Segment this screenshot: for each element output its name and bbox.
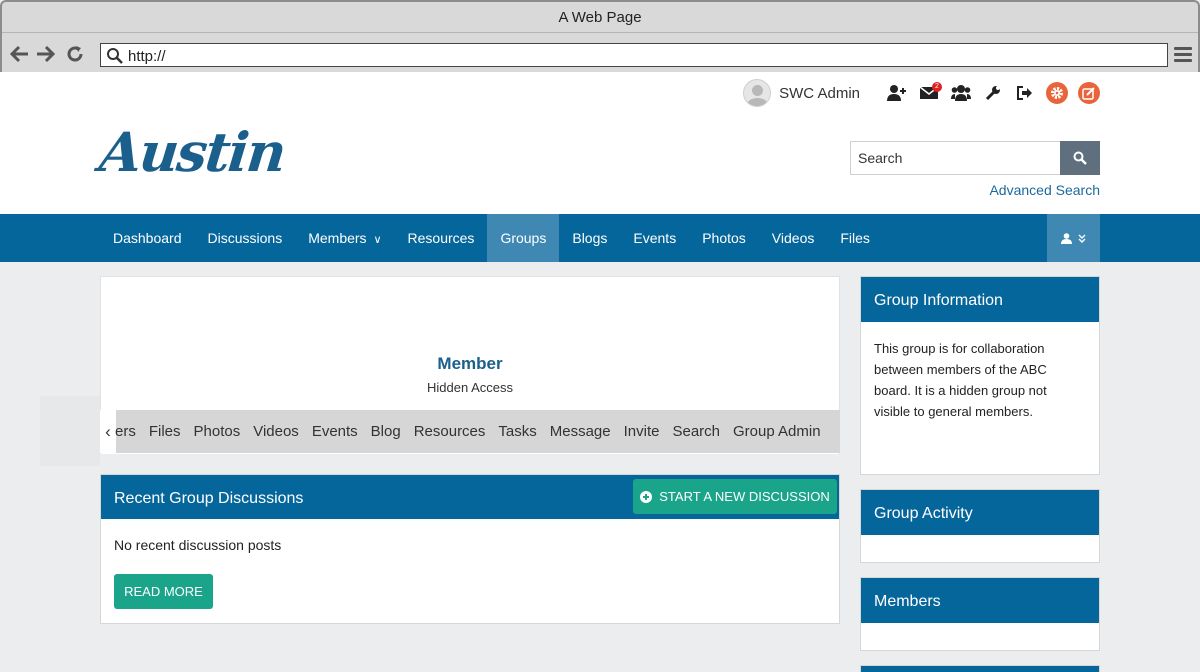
- scroll-shadow: [40, 396, 100, 466]
- logout-icon[interactable]: [1014, 82, 1036, 104]
- nav-item-dashboard[interactable]: Dashboard: [100, 214, 195, 262]
- advanced-search-link[interactable]: Advanced Search: [989, 182, 1100, 198]
- url-bar[interactable]: http://: [100, 43, 1168, 67]
- add-user-icon[interactable]: [886, 82, 908, 104]
- group-description: This group is for collaboration between …: [874, 341, 1047, 419]
- nav-item-discussions[interactable]: Discussions: [195, 214, 296, 262]
- panel-header: Recent Group Discussions START A NEW DIS…: [101, 475, 839, 519]
- nav-item-photos[interactable]: Photos: [689, 214, 759, 262]
- next-panel-edge: [860, 665, 1100, 672]
- group-information-panel: Group Information This group is for coll…: [860, 276, 1100, 475]
- user-bar: SWC Admin 2: [743, 78, 1100, 108]
- tab-events[interactable]: Events: [312, 423, 358, 440]
- tab-search[interactable]: Search: [672, 423, 720, 440]
- tab-members[interactable]: ers: [115, 423, 136, 440]
- chevron-left-icon[interactable]: ‹: [100, 410, 116, 453]
- group-activity-panel: Group Activity: [860, 489, 1100, 563]
- panel-title: Group Information: [861, 277, 1099, 322]
- wrench-icon[interactable]: [982, 82, 1004, 104]
- reload-icon[interactable]: [65, 44, 85, 64]
- search-input[interactable]: [851, 142, 1061, 174]
- nav-item-members[interactable]: Members ∨: [295, 214, 394, 262]
- chrome-divider: [2, 32, 1198, 33]
- chevron-down-icon: ∨: [373, 234, 382, 246]
- nav-item-blogs[interactable]: Blogs: [559, 214, 620, 262]
- nav-item-videos[interactable]: Videos: [759, 214, 828, 262]
- tab-resources[interactable]: Resources: [414, 423, 486, 440]
- panel-header-edge: [861, 666, 1099, 672]
- tab-blog[interactable]: Blog: [371, 423, 401, 440]
- url-text: http://: [128, 48, 166, 65]
- messages-badge: 2: [932, 82, 942, 92]
- panel-title: Members: [861, 578, 1099, 623]
- panel-title: Group Activity: [861, 490, 1099, 535]
- user-icon: [1061, 232, 1072, 244]
- nav-item-resources[interactable]: Resources: [395, 214, 488, 262]
- menu-icon[interactable]: [1174, 47, 1192, 63]
- nav-item-events[interactable]: Events: [620, 214, 689, 262]
- tab-tasks[interactable]: Tasks: [498, 423, 536, 440]
- avatar[interactable]: [743, 79, 772, 107]
- site-header: SWC Admin 2 Austin Advanced Search: [0, 72, 1200, 214]
- group-access: Hidden Access: [427, 380, 513, 395]
- tab-message[interactable]: Message: [550, 423, 611, 440]
- envelope-icon[interactable]: 2: [918, 82, 942, 104]
- tab-videos[interactable]: Videos: [253, 423, 299, 440]
- member-role: Member: [437, 354, 503, 373]
- user-name[interactable]: SWC Admin: [779, 85, 860, 102]
- group-tabs: ‹ ers Files Photos Videos Events Blog Re…: [100, 410, 840, 453]
- search-button[interactable]: [1060, 141, 1100, 175]
- main-nav: Dashboard Discussions Members ∨ Resource…: [0, 214, 1200, 262]
- search-box: [850, 141, 1100, 175]
- members-panel: Members: [860, 577, 1100, 651]
- chevron-down-icon: [1078, 234, 1086, 243]
- nav-item-groups[interactable]: Groups: [487, 214, 560, 262]
- forward-arrow-icon[interactable]: [35, 44, 56, 64]
- start-discussion-button[interactable]: START A NEW DISCUSSION: [633, 479, 837, 514]
- button-label: START A NEW DISCUSSION: [659, 489, 830, 504]
- nav-item-label: Members: [308, 230, 367, 246]
- plus-circle-icon: [640, 490, 653, 503]
- nav-item-files[interactable]: Files: [827, 214, 883, 262]
- tab-strip: ers Files Photos Videos Events Blog Reso…: [115, 410, 834, 453]
- empty-message: No recent discussion posts: [114, 537, 282, 553]
- edit-icon[interactable]: [1078, 82, 1100, 104]
- nav-list: Dashboard Discussions Members ∨ Resource…: [100, 214, 883, 262]
- group-icon[interactable]: [950, 82, 972, 104]
- site-logo[interactable]: Austin: [97, 120, 288, 184]
- browser-chrome: A Web Page http://: [0, 0, 1200, 72]
- tab-files[interactable]: Files: [149, 423, 181, 440]
- read-more-button[interactable]: READ MORE: [114, 574, 213, 609]
- panel-title: Recent Group Discussions: [114, 490, 304, 507]
- tab-group-admin[interactable]: Group Admin: [733, 423, 821, 440]
- user-menu-button[interactable]: [1047, 214, 1100, 262]
- recent-discussions-panel: Recent Group Discussions START A NEW DIS…: [100, 474, 840, 624]
- tab-invite[interactable]: Invite: [624, 423, 660, 440]
- window-title: A Web Page: [558, 9, 642, 26]
- search-icon: [107, 48, 123, 64]
- tab-photos[interactable]: Photos: [194, 423, 241, 440]
- search-icon: [1073, 151, 1087, 165]
- gear-icon[interactable]: [1046, 82, 1068, 104]
- back-arrow-icon[interactable]: [9, 44, 30, 64]
